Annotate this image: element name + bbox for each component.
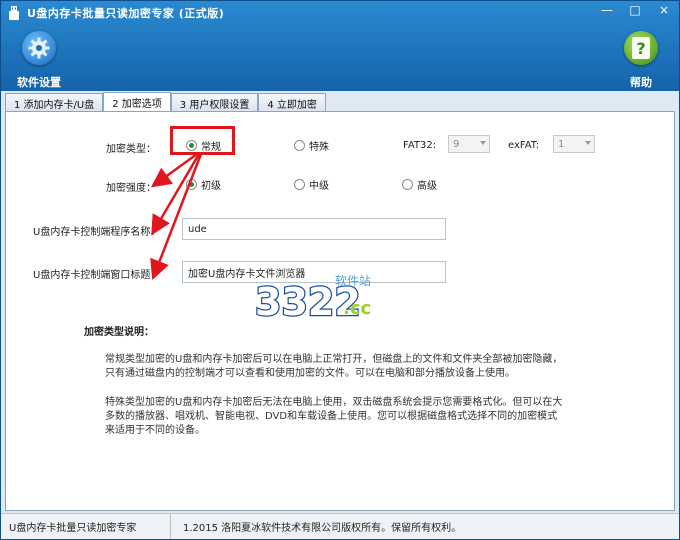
site-watermark-logo: 3322 .cc 软件站: [253, 271, 383, 325]
status-app-name: U盘内存卡批量只读加密专家: [1, 514, 171, 539]
description-special: 特殊类型加密的U盘和内存卡加密后无法在电脑上使用，双击磁盘系统会提示您需要格式化…: [105, 397, 563, 436]
description-title: 加密类型说明：: [84, 327, 154, 338]
status-bar: U盘内存卡批量只读加密专家 1.2015 洛阳夏冰软件技术有限公司版权所有。保留…: [1, 513, 679, 539]
description-normal: 常规类型加密的U盘和内存卡加密后可以在电脑上正常打开，但磁盘上的文件和文件夹全部…: [105, 354, 563, 379]
status-copyright: 1.2015 洛阳夏冰软件技术有限公司版权所有。保留所有权利。: [183, 523, 462, 534]
annotation-arrow: [150, 153, 203, 280]
app-window: U盘内存卡批量只读加密专家 (正式版) — □ × 软件设置 ? 帮助 1 添加…: [0, 0, 680, 540]
svg-text:软件站: 软件站: [335, 274, 371, 288]
svg-text:.cc: .cc: [343, 298, 371, 319]
